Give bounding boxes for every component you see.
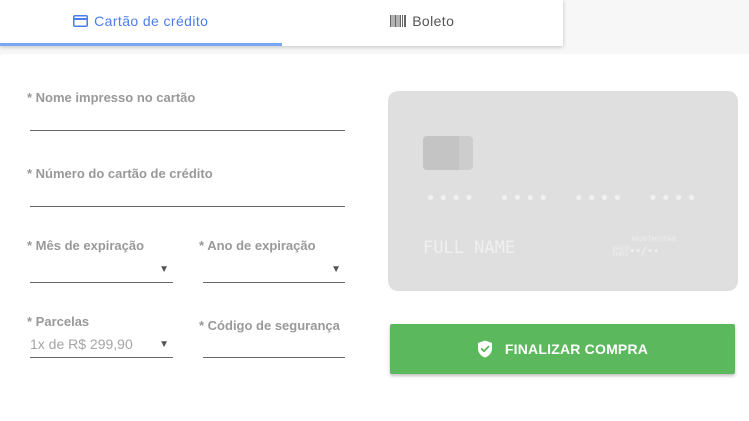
payment-form-panel: * Nome impresso no cartão * Número do ca… bbox=[0, 54, 749, 421]
security-code-label: * Código de segurança bbox=[199, 318, 340, 333]
tab-credit-card-label: Cartão de crédito bbox=[94, 13, 209, 29]
card-name-field[interactable]: * Nome impresso no cartão bbox=[27, 90, 345, 131]
card-number-field[interactable]: * Número do cartão de crédito bbox=[27, 166, 345, 207]
card-name-label: * Nome impresso no cartão bbox=[27, 90, 196, 105]
installments-value: 1x de R$ 299,90 bbox=[30, 336, 133, 352]
shield-check-icon bbox=[477, 340, 493, 358]
credit-card-icon bbox=[73, 15, 89, 27]
tab-boleto-label: Boleto bbox=[412, 13, 455, 29]
payment-tabs: Cartão de crédito Boleto bbox=[0, 0, 563, 46]
installments-label: * Parcelas bbox=[27, 314, 90, 329]
finalize-purchase-button[interactable]: FINALIZAR COMPRA bbox=[390, 324, 735, 374]
card-chip-icon bbox=[423, 136, 473, 170]
card-preview-valid-prefix: VALID THRU bbox=[612, 246, 629, 258]
card-number-input-underline bbox=[30, 206, 345, 207]
credit-card-preview: •••• •••• •••• •••• FULL NAME MONTH/YEAR… bbox=[388, 91, 738, 291]
card-name-input-underline bbox=[30, 130, 345, 131]
chevron-down-icon: ▼ bbox=[331, 264, 341, 275]
card-preview-expiry: ••/•• bbox=[629, 246, 660, 257]
installments-underline bbox=[30, 357, 173, 358]
chevron-down-icon: ▼ bbox=[159, 339, 169, 350]
tab-boleto[interactable]: Boleto bbox=[282, 0, 564, 46]
exp-year-select[interactable]: * Ano de expiração ▼ bbox=[199, 238, 345, 283]
exp-month-select[interactable]: * Mês de expiração ▼ bbox=[27, 238, 173, 283]
barcode-icon bbox=[390, 15, 407, 27]
card-preview-number: •••• •••• •••• •••• bbox=[425, 188, 699, 209]
security-code-underline bbox=[203, 357, 345, 358]
card-preview-name: FULL NAME bbox=[423, 238, 516, 258]
exp-month-underline bbox=[30, 282, 173, 283]
chevron-down-icon: ▼ bbox=[159, 264, 169, 275]
installments-select[interactable]: * Parcelas 1x de R$ 299,90 ▼ bbox=[27, 314, 173, 358]
card-number-label: * Número do cartão de crédito bbox=[27, 166, 213, 181]
exp-year-label: * Ano de expiração bbox=[199, 238, 316, 253]
exp-month-label: * Mês de expiração bbox=[27, 238, 145, 253]
security-code-field[interactable]: * Código de segurança bbox=[199, 318, 345, 358]
finalize-purchase-label: FINALIZAR COMPRA bbox=[504, 341, 649, 357]
exp-year-underline bbox=[203, 282, 345, 283]
card-preview-valid-label: MONTH/YEAR bbox=[632, 237, 678, 243]
tab-credit-card[interactable]: Cartão de crédito bbox=[0, 0, 282, 46]
